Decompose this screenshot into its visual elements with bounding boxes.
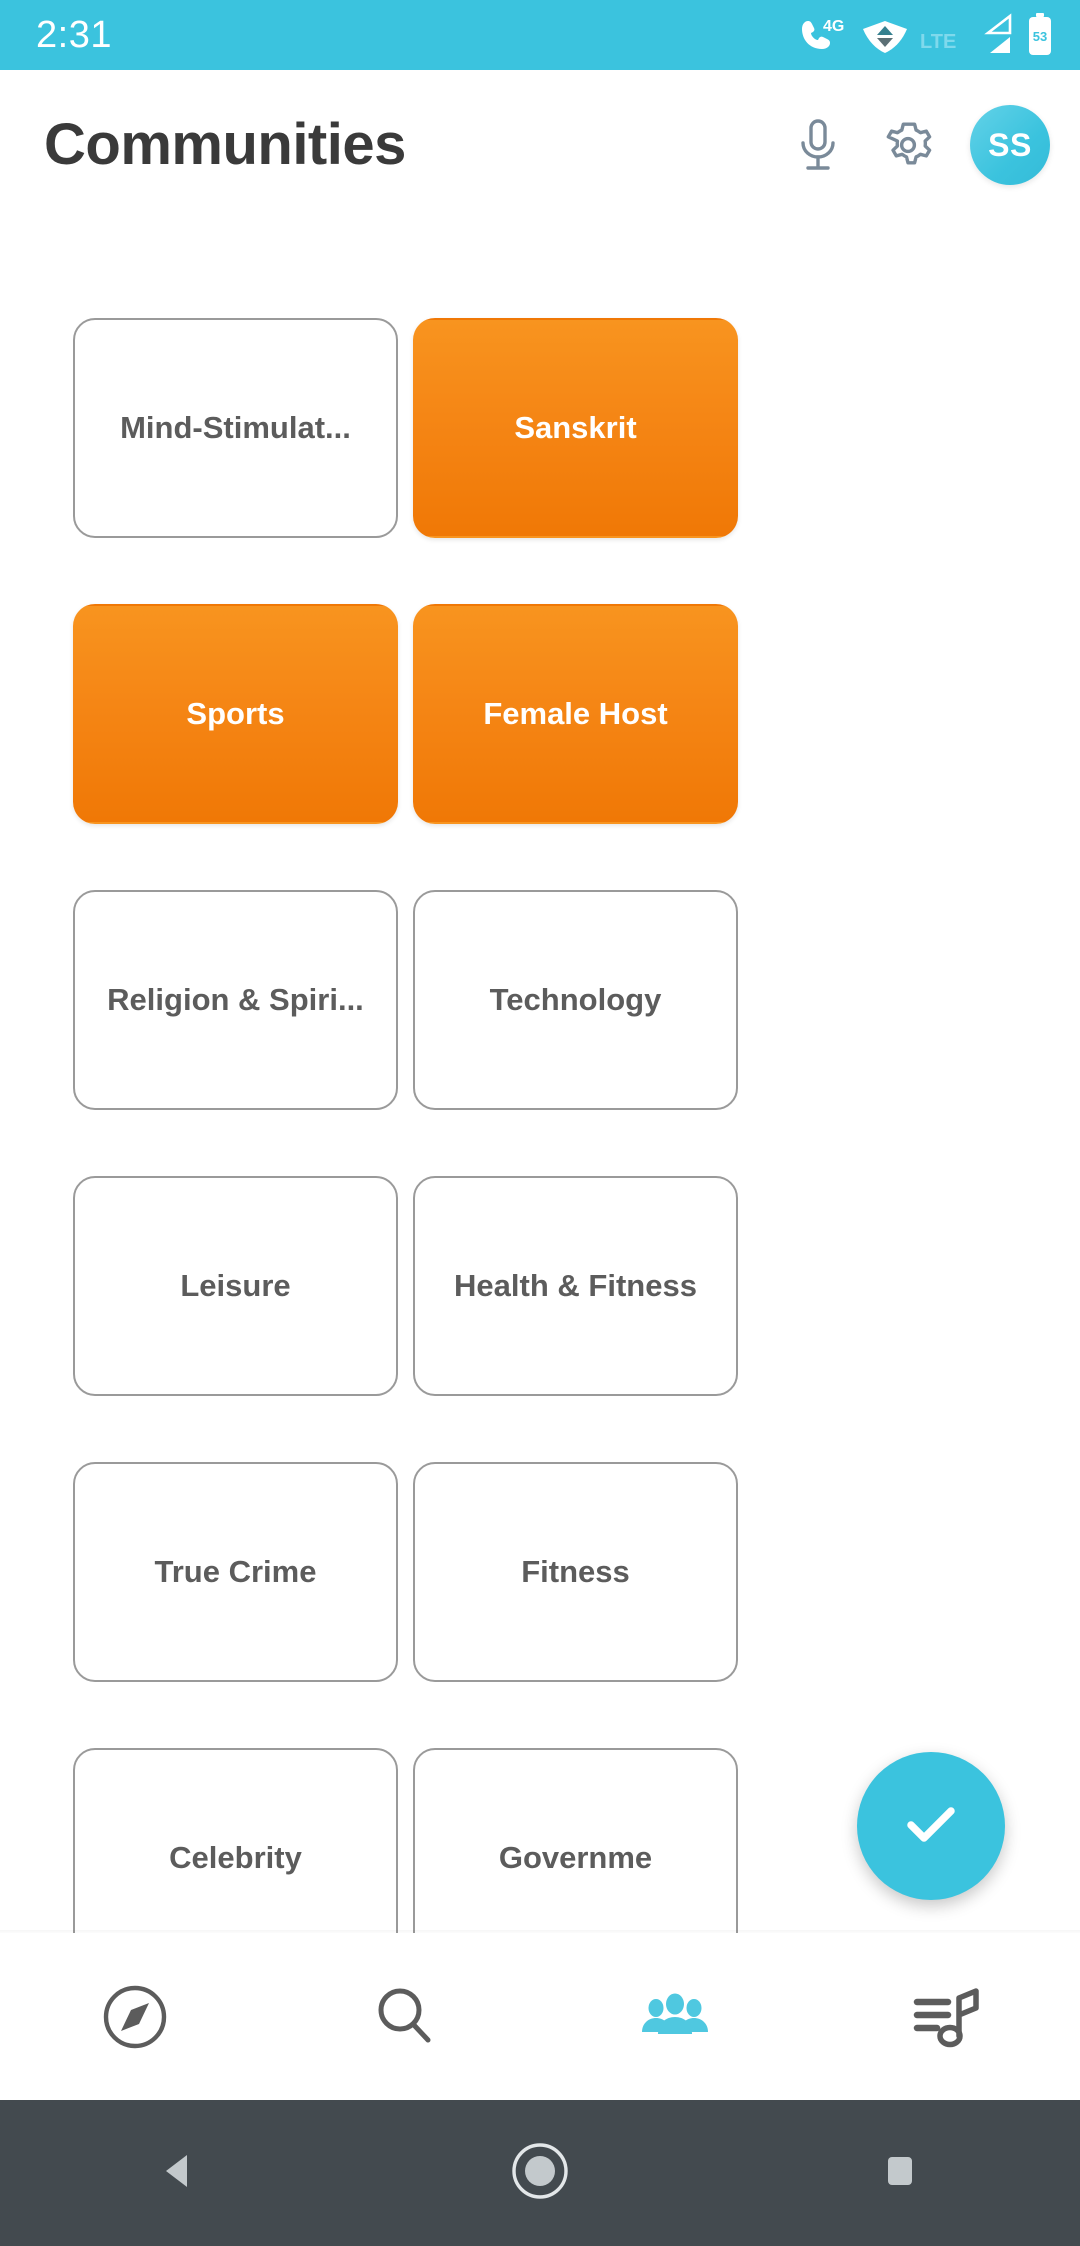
community-chip[interactable]: Sports (73, 604, 398, 824)
community-chip-label: Governme (498, 1840, 653, 1875)
triangle-back-icon (153, 2144, 207, 2203)
community-chip-label: Sanskrit (514, 410, 637, 445)
signal-bars-icon (972, 13, 1016, 57)
community-chip[interactable]: Mind-Stimulat... (73, 318, 398, 538)
status-bar: 2:31 4G LTE 53 (0, 0, 1080, 70)
community-chip[interactable]: Religion & Spiri... (73, 890, 398, 1110)
community-chip[interactable]: Celebrity (73, 1748, 398, 1933)
android-navigation-bar (0, 2100, 1080, 2246)
nav-item-playlist[interactable] (810, 1933, 1080, 2100)
phone-screen: 2:31 4G LTE 53 Communities SS Mind-Stimu… (0, 0, 1080, 2246)
nav-item-search[interactable] (270, 1933, 540, 2100)
communities-scroll-area[interactable]: Mind-Stimulat... Sanskrit Sports Female Hos… (0, 220, 1080, 1933)
battery-icon: 53 (1026, 13, 1054, 57)
community-chip-label: Technology (489, 982, 662, 1017)
check-icon (893, 1786, 969, 1867)
community-chip-label: Health & Fitness (454, 1268, 697, 1303)
community-chip-label: Female Host (483, 696, 668, 731)
community-chip[interactable]: Fitness (413, 1462, 738, 1682)
android-home-button[interactable] (480, 2100, 600, 2246)
community-chip-label: Mind-Stimulat... (120, 410, 351, 445)
community-chip[interactable]: Leisure (73, 1176, 398, 1396)
community-chip-label: Leisure (180, 1268, 291, 1303)
header-actions: SS (790, 105, 1050, 185)
microphone-icon[interactable] (790, 117, 846, 173)
community-chip[interactable]: True Crime (73, 1462, 398, 1682)
avatar-initials: SS (988, 126, 1032, 163)
gear-icon[interactable] (880, 117, 936, 173)
community-chip[interactable]: Health & Fitness (413, 1176, 738, 1396)
community-chip-label: Religion & Spiri... (107, 982, 364, 1017)
lte-label: LTE (918, 15, 962, 55)
status-clock: 2:31 (36, 13, 112, 56)
nav-item-explore[interactable] (0, 1933, 270, 2100)
search-icon (364, 1976, 446, 2058)
status-icons: 4G LTE 53 (798, 13, 1054, 57)
page-title: Communities (44, 112, 406, 177)
community-chip[interactable]: Technology (413, 890, 738, 1110)
community-chip[interactable]: Sanskrit (413, 318, 738, 538)
compass-icon (94, 1976, 176, 2058)
people-group-icon (634, 1976, 716, 2058)
confirm-fab-button[interactable] (857, 1752, 1005, 1900)
community-chip-label: Celebrity (169, 1840, 302, 1875)
svg-text:4G: 4G (823, 18, 844, 35)
communities-grid: Mind-Stimulat... Sanskrit Sports Female Hos… (0, 220, 1080, 1933)
square-recents-icon (877, 2148, 923, 2199)
community-chip-label: Sports (186, 696, 285, 731)
playlist-music-icon (904, 1976, 986, 2058)
nav-item-communities[interactable] (540, 1933, 810, 2100)
svg-text:LTE: LTE (920, 31, 956, 53)
svg-text:53: 53 (1033, 29, 1047, 44)
phone-4g-icon: 4G (798, 15, 852, 55)
avatar[interactable]: SS (970, 105, 1050, 185)
community-chip[interactable]: Female Host (413, 604, 738, 824)
android-recents-button[interactable] (840, 2100, 960, 2246)
android-back-button[interactable] (120, 2100, 240, 2246)
bottom-navigation (0, 1933, 1080, 2100)
community-chip-label: True Crime (154, 1554, 317, 1589)
community-chip[interactable]: Governme (413, 1748, 738, 1933)
app-header: Communities SS (0, 70, 1080, 220)
community-chip-label: Fitness (521, 1554, 630, 1589)
circle-home-icon (509, 2140, 571, 2207)
wifi-icon (862, 15, 908, 55)
